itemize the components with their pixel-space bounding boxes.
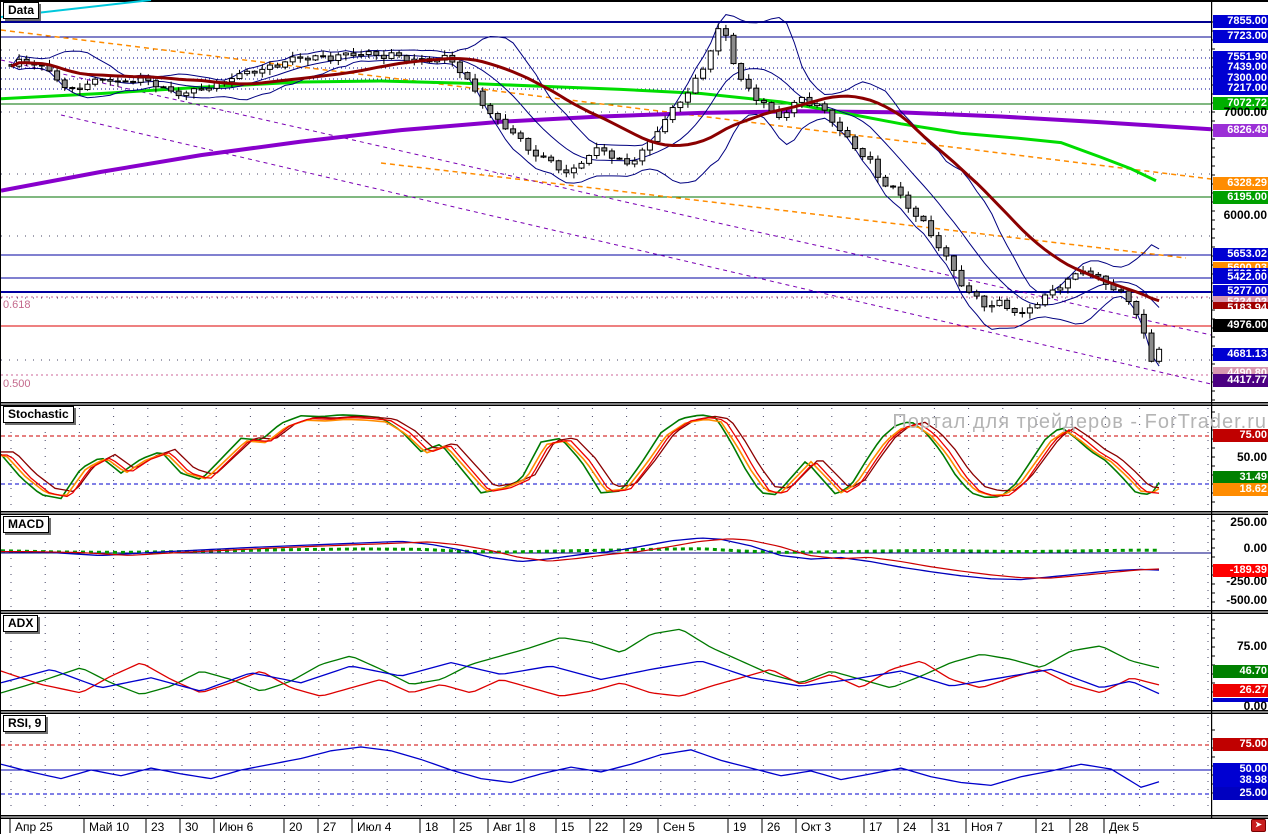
price-label: 5422.00 — [1213, 271, 1268, 284]
price-label: 50.00 — [1213, 451, 1268, 464]
price-label: 75.00 — [1213, 738, 1268, 751]
price-label: 6195.00 — [1213, 191, 1268, 204]
price-label: -189.39 — [1213, 564, 1268, 577]
price-label: 4976.00 — [1213, 319, 1268, 332]
fib-label: 0.500 — [3, 378, 31, 390]
panel-title-data[interactable]: Data — [3, 2, 39, 19]
date-label: Дек 5 — [1109, 820, 1139, 834]
price-label: 7855.00 — [1213, 15, 1268, 28]
date-label: Авг 1 — [493, 820, 522, 834]
date-label: 21 — [1041, 820, 1054, 834]
price-label: 7723.00 — [1213, 30, 1268, 43]
price-label: 25.00 — [1213, 787, 1268, 800]
price-label: 250.00 — [1213, 516, 1268, 529]
price-label: 7217.00 — [1213, 82, 1268, 95]
price-label: 75.00 — [1213, 640, 1268, 653]
date-label: Июн 6 — [219, 820, 253, 834]
price-label: 38.98 — [1213, 774, 1268, 787]
date-label: Окт 3 — [801, 820, 831, 834]
date-label: 19 — [733, 820, 746, 834]
fib-label: 0.618 — [3, 299, 31, 311]
price-label: 46.70 — [1213, 665, 1268, 678]
date-label: Ноя 7 — [971, 820, 1003, 834]
panel-title-rsi[interactable]: RSI, 9 — [3, 715, 46, 732]
panel-title-macd[interactable]: MACD — [3, 516, 49, 533]
date-label: 26 — [767, 820, 780, 834]
price-label: 26.27 — [1213, 684, 1268, 697]
price-label: 4681.13 — [1213, 348, 1268, 361]
price-label: 5183.94 — [1213, 302, 1268, 309]
mail-icon[interactable]: ➤ — [1251, 819, 1266, 832]
date-label: 28 — [1075, 820, 1088, 834]
date-label: 24 — [903, 820, 916, 834]
date-label: Июл 4 — [357, 820, 391, 834]
date-label: 27 — [323, 820, 336, 834]
date-label: 25 — [459, 820, 472, 834]
date-label: 29 — [629, 820, 642, 834]
price-label: 0.00 — [1213, 700, 1268, 713]
date-label: 23 — [151, 820, 164, 834]
watermark: Портал для трейдеров - ForTrader.ru — [892, 411, 1267, 434]
price-label: 5653.02 — [1213, 248, 1268, 261]
price-label: 18.62 — [1213, 483, 1268, 496]
date-label: 17 — [869, 820, 882, 834]
date-label: 22 — [595, 820, 608, 834]
price-label: 0.00 — [1213, 542, 1268, 555]
date-label: 20 — [289, 820, 302, 834]
date-label: 15 — [561, 820, 574, 834]
price-label: 6000.00 — [1213, 209, 1268, 222]
price-label: 75.00 — [1213, 429, 1268, 442]
date-label: 8 — [529, 820, 536, 834]
price-label: 6826.49 — [1213, 124, 1268, 137]
date-label: Май 10 — [89, 820, 129, 834]
date-label: Сен 5 — [663, 820, 695, 834]
date-label: Апр 25 — [15, 820, 53, 834]
date-label: 18 — [425, 820, 438, 834]
price-label: 7000.00 — [1213, 106, 1268, 119]
panel-title-stochastic[interactable]: Stochastic — [3, 406, 74, 423]
trading-chart-window: Портал для трейдеров - ForTrader.ru Data… — [0, 0, 1268, 834]
price-label: -500.00 — [1213, 594, 1268, 607]
panel-title-adx[interactable]: ADX — [3, 615, 38, 632]
price-label: 4417.77 — [1213, 374, 1268, 387]
date-label: 30 — [185, 820, 198, 834]
date-label: 31 — [937, 820, 950, 834]
price-label: 6328.29 — [1213, 177, 1268, 190]
